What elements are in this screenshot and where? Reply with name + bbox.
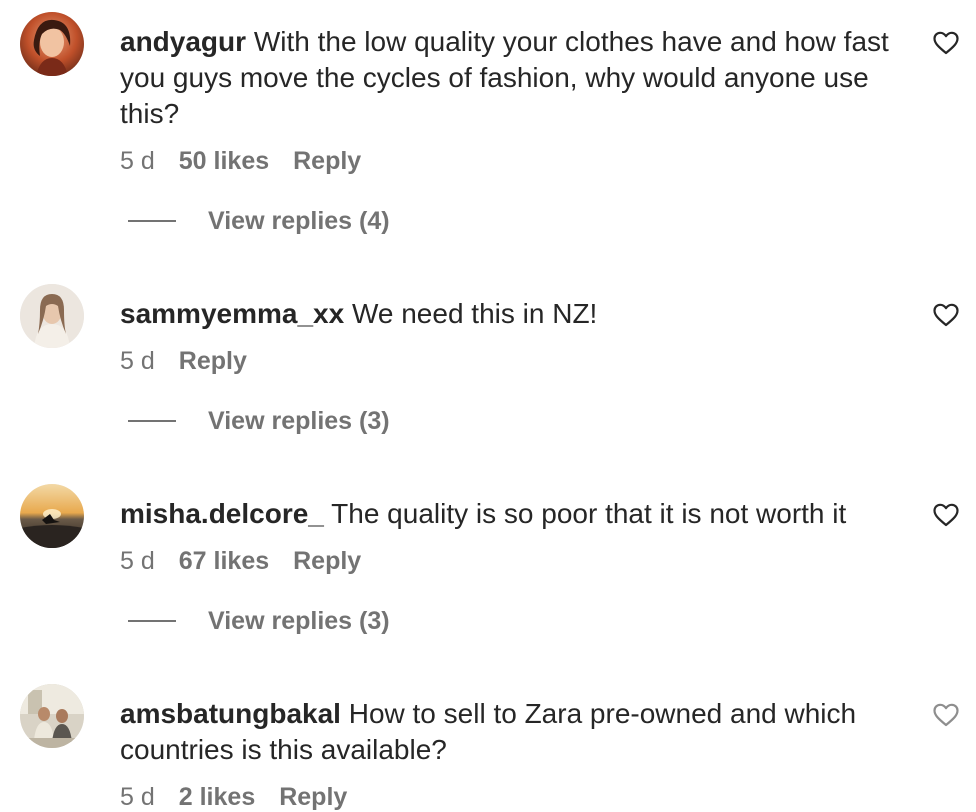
- avatar[interactable]: [20, 12, 84, 76]
- comment-meta: 5 d 2 likes Reply: [120, 782, 910, 812]
- comment-body: sammyemma_xx We need this in NZ! 5 d Rep…: [120, 296, 910, 376]
- comment-username[interactable]: sammyemma_xx: [120, 298, 344, 329]
- view-replies-button[interactable]: View replies (3): [128, 606, 390, 636]
- comment-likes[interactable]: 2 likes: [179, 782, 255, 812]
- replies-divider: [128, 420, 176, 422]
- reply-button[interactable]: Reply: [179, 346, 247, 376]
- comment-message: We need this in NZ!: [351, 298, 598, 329]
- comment-body: amsbatungbakal How to sell to Zara pre-o…: [120, 696, 910, 812]
- comment-meta: 5 d 67 likes Reply: [120, 546, 910, 576]
- comment-username[interactable]: andyagur: [120, 26, 246, 57]
- avatar-image: [20, 12, 84, 76]
- heart-outline-icon[interactable]: [933, 703, 959, 727]
- comment-text: misha.delcore_ The quality is so poor th…: [120, 496, 910, 532]
- comment-message: The quality is so poor that it is not wo…: [331, 498, 847, 529]
- view-replies-button[interactable]: View replies (3): [128, 406, 390, 436]
- reply-button[interactable]: Reply: [293, 146, 361, 176]
- avatar-image: [20, 484, 84, 548]
- reply-button[interactable]: Reply: [279, 782, 347, 812]
- replies-divider: [128, 620, 176, 622]
- comment-username[interactable]: amsbatungbakal: [120, 698, 341, 729]
- view-replies-label: View replies (3): [208, 607, 390, 635]
- comment-time[interactable]: 5 d: [120, 546, 155, 576]
- comment-meta: 5 d Reply: [120, 346, 910, 376]
- comment-text: amsbatungbakal How to sell to Zara pre-o…: [120, 696, 910, 768]
- comment-text: andyagur With the low quality your cloth…: [120, 24, 910, 132]
- comment-body: misha.delcore_ The quality is so poor th…: [120, 496, 910, 576]
- comment-likes[interactable]: 67 likes: [179, 546, 269, 576]
- avatar[interactable]: [20, 684, 84, 748]
- comment-likes[interactable]: 50 likes: [179, 146, 269, 176]
- comment-body: andyagur With the low quality your cloth…: [120, 24, 910, 176]
- comment-text: sammyemma_xx We need this in NZ!: [120, 296, 910, 332]
- avatar[interactable]: [20, 284, 84, 348]
- heart-outline-icon[interactable]: [933, 31, 959, 55]
- view-replies-label: View replies (3): [208, 407, 390, 435]
- comment-username[interactable]: misha.delcore_: [120, 498, 324, 529]
- replies-divider: [128, 220, 176, 222]
- avatar[interactable]: [20, 484, 84, 548]
- reply-button[interactable]: Reply: [293, 546, 361, 576]
- comment-meta: 5 d 50 likes Reply: [120, 146, 910, 176]
- view-replies-label: View replies (4): [208, 207, 390, 235]
- view-replies-button[interactable]: View replies (4): [128, 206, 390, 236]
- avatar-image: [20, 284, 84, 348]
- avatar-image: [20, 684, 84, 748]
- heart-outline-icon[interactable]: [933, 303, 959, 327]
- comment-time[interactable]: 5 d: [120, 346, 155, 376]
- comment-time[interactable]: 5 d: [120, 146, 155, 176]
- comment-time[interactable]: 5 d: [120, 782, 155, 812]
- heart-outline-icon[interactable]: [933, 503, 959, 527]
